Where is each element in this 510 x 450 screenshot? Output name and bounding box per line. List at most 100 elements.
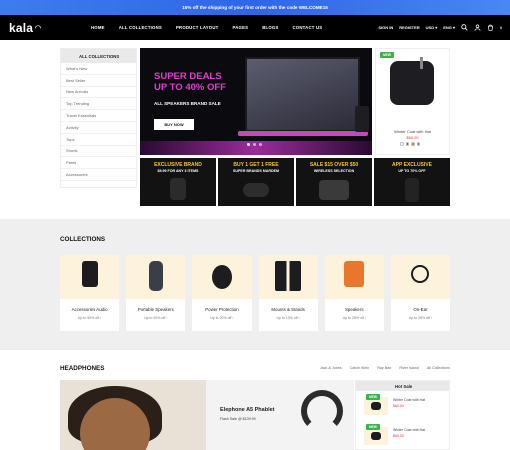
side-product-card[interactable]: NEW Winter Coat with Hat $60.00 [375, 48, 450, 155]
cart-icon[interactable] [487, 24, 494, 31]
sidebar-item-accessories[interactable]: Accessories [61, 169, 136, 181]
collection-offer-text: Up to 20% off [210, 316, 232, 320]
slide-dot[interactable] [247, 143, 250, 146]
collection-name[interactable]: Power Protection [192, 307, 251, 312]
banner-app-exclusive[interactable]: APP EXCLUSIVE UP TO 70% OFF [374, 158, 450, 206]
featured-flash-sale: Flash Sale @ $109.99 [220, 417, 256, 421]
product-price: $60.00 [406, 135, 419, 140]
hot-sale-item[interactable]: NEW Winter Coat with Hat $60.00 [364, 423, 446, 447]
hot-sale-item-name[interactable]: Winter Coat with Hat [393, 398, 425, 402]
cart-count: 0 [500, 25, 502, 30]
hot-sale-item-name[interactable]: Winter Coat with Hat [393, 428, 425, 432]
featured-product-name[interactable]: Elephone A5 Phablet [220, 407, 275, 413]
hero-slider[interactable]: SUPER DEALS UP TO 40% OFF ALL SPEAKERS B… [140, 48, 372, 155]
header-utility: SIGN IN REGISTER USD ▾ ENG ▾ 0 [378, 15, 502, 40]
sidebar-item-pants[interactable]: Pants [61, 157, 136, 170]
brand-filter: Jack & Jones Calvin Klein Ray Ban River … [320, 366, 450, 370]
sidebar-item-new-arrivals[interactable]: New Arrivals [61, 87, 136, 99]
collection-card-portable-speakers[interactable]: Portable Speakers Up to 30% off › [126, 255, 186, 331]
hero-speaker-image [355, 106, 369, 132]
headphones-image [301, 390, 343, 432]
signin-link[interactable]: SIGN IN [378, 25, 393, 30]
sidebar-item-best-seller[interactable]: Best Seller [61, 75, 136, 87]
banner-buy-one-get-one[interactable]: BUY 1 GET 1 FREE SUPER BRANDS MARDEM [218, 158, 294, 206]
nav-blogs[interactable]: BLOGS [262, 25, 278, 30]
new-badge: NEW [366, 394, 380, 400]
nav-product-layout[interactable]: PRODUCT LAYOUT [176, 25, 219, 30]
hot-sale-title: Hot Sale [356, 381, 449, 391]
hero-tv-image [245, 57, 360, 132]
currency-select[interactable]: USD ▾ [426, 25, 438, 30]
collection-card-accessories-audio[interactable]: Accessories Audio Up to 50% off › [60, 255, 120, 331]
hero-title-line1: SUPER DEALS [154, 71, 222, 82]
nav-contact-us[interactable]: CONTACT US [293, 25, 323, 30]
brand-tab-river-island[interactable]: River Island [399, 366, 418, 370]
site-logo[interactable]: kala ◜◝ [9, 21, 69, 35]
brand-tab-jack-jones[interactable]: Jack & Jones [320, 366, 342, 370]
collection-card-speakers[interactable]: Speakers Up to 25% off › [324, 255, 384, 331]
new-badge: NEW [380, 52, 394, 58]
collection-image [258, 255, 318, 299]
language-select[interactable]: ENG ▾ [443, 25, 455, 30]
banner-sale-wireless[interactable]: SALE $15 OVER $50 WIRELESS SELECTION [296, 158, 372, 206]
nav-home[interactable]: HOME [91, 25, 105, 30]
language-value: ENG [443, 25, 452, 30]
featured-product[interactable]: Elephone A5 Phablet Flash Sale @ $109.99 [206, 380, 354, 450]
collection-image [390, 255, 451, 299]
collection-card-on-ear[interactable]: On-Ear Up to 25% off › [390, 255, 451, 331]
sidebar-item-tops[interactable]: Tops [61, 134, 136, 146]
slide-dot[interactable] [253, 143, 256, 146]
search-icon[interactable] [461, 24, 468, 31]
banner-title: APP EXCLUSIVE [392, 162, 432, 168]
collection-offer: Up to 20% off › [192, 316, 251, 320]
sidebar-title: ALL COLLECTIONS [61, 49, 136, 63]
hero-subtitle: ALL SPEAKERS BRAND SALE [154, 101, 221, 106]
swatch[interactable] [411, 142, 415, 146]
arrow-right-icon: › [100, 316, 102, 320]
collection-offer-text: Up to 25% off [342, 316, 364, 320]
sidebar-item-travel-essentials[interactable]: Travel Essentials [61, 110, 136, 122]
collection-image [324, 255, 384, 299]
headphones-heading: HEADPHONES [60, 365, 105, 372]
sidebar-item-shorts[interactable]: Shorts [61, 146, 136, 158]
collection-image [60, 255, 120, 299]
banner-exclusive-brand[interactable]: EXCLUSIVE BRAND $9.99 FOR ANY 3 ITEMS [140, 158, 216, 206]
swatch[interactable] [405, 142, 409, 146]
nav-pages[interactable]: PAGES [232, 25, 248, 30]
register-link[interactable]: REGISTER [399, 25, 419, 30]
banner-product-image [319, 180, 349, 200]
hot-sale-item[interactable]: NEW Winter Coat with Hat $60.00 [364, 393, 446, 417]
collection-card-power-protection[interactable]: Power Protection Up to 20% off › [192, 255, 252, 331]
banner-subtitle: $9.99 FOR ANY 3 ITEMS [157, 169, 199, 173]
brand-tab-calvin-klein[interactable]: Calvin Klein [350, 366, 369, 370]
banner-subtitle: WIRELESS SELECTION [313, 169, 355, 173]
buy-now-button[interactable]: BUY NOW [154, 119, 194, 130]
hot-sale-item-price: $60.00 [393, 434, 404, 438]
headphones-section: HEADPHONES Jack & Jones Calvin Klein Ray… [0, 350, 510, 450]
arrow-right-icon: › [298, 316, 300, 320]
promo-text: 15% off the shipping of your first order… [182, 5, 328, 10]
collection-name[interactable]: On-Ear [391, 307, 450, 312]
brand-tab-all-collections[interactable]: All Collections [427, 366, 450, 370]
nav-all-collections[interactable]: ALL COLLECTIONS [119, 25, 162, 30]
collection-name[interactable]: Speakers [325, 307, 384, 312]
collection-name[interactable]: Mounts & Stands [259, 307, 318, 312]
swatch[interactable] [416, 142, 420, 146]
collection-card-mounts-stands[interactable]: Mounts & Stands Up to 10% off › [258, 255, 318, 331]
product-name[interactable]: Winter Coat with Hat [376, 129, 449, 134]
swatch[interactable] [400, 142, 404, 146]
brand-tab-ray-ban[interactable]: Ray Ban [377, 366, 391, 370]
collection-offer: Up to 50% off › [60, 316, 119, 320]
color-swatches [400, 142, 420, 146]
slide-dot[interactable] [259, 143, 262, 146]
sidebar-item-whats-new[interactable]: What's New [61, 63, 136, 75]
banner-title: BUY 1 GET 1 FREE [233, 162, 279, 168]
sidebar-item-activity[interactable]: Activity [61, 122, 136, 134]
arrow-right-icon: › [364, 316, 366, 320]
product-image[interactable] [390, 57, 434, 105]
user-icon[interactable] [474, 24, 481, 31]
sidebar-item-top-trending[interactable]: Top Trending [61, 98, 136, 111]
collection-offer: Up to 10% off › [259, 316, 318, 320]
collection-name[interactable]: Portable Speakers [126, 307, 185, 312]
collection-name[interactable]: Accessories Audio [60, 307, 119, 312]
